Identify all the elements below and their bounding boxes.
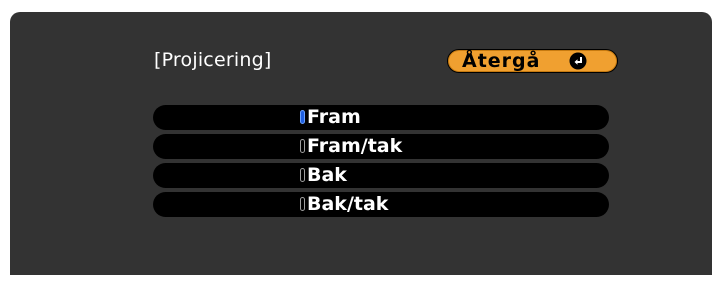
option-fram-tak[interactable]: Fram/tak xyxy=(153,134,609,159)
enter-key-icon xyxy=(569,52,587,70)
radio-indicator xyxy=(300,197,305,211)
option-fram[interactable]: Fram xyxy=(153,105,609,130)
option-label: Fram xyxy=(307,106,361,128)
radio-indicator xyxy=(300,139,305,153)
radio-indicator xyxy=(300,168,305,182)
projection-options-list: Fram Fram/tak Bak Bak/tak xyxy=(153,105,609,221)
back-button[interactable]: Återgå xyxy=(447,49,618,73)
radio-indicator xyxy=(300,110,305,124)
option-label: Fram/tak xyxy=(307,135,403,157)
option-bak-tak[interactable]: Bak/tak xyxy=(153,192,609,217)
projection-menu-panel: [Projicering] Återgå Fram Fram/tak Bak B… xyxy=(10,12,712,275)
option-label: Bak/tak xyxy=(307,193,389,215)
option-label: Bak xyxy=(307,164,347,186)
back-button-label: Återgå xyxy=(462,50,541,72)
option-bak[interactable]: Bak xyxy=(153,163,609,188)
menu-title: [Projicering] xyxy=(154,49,272,71)
